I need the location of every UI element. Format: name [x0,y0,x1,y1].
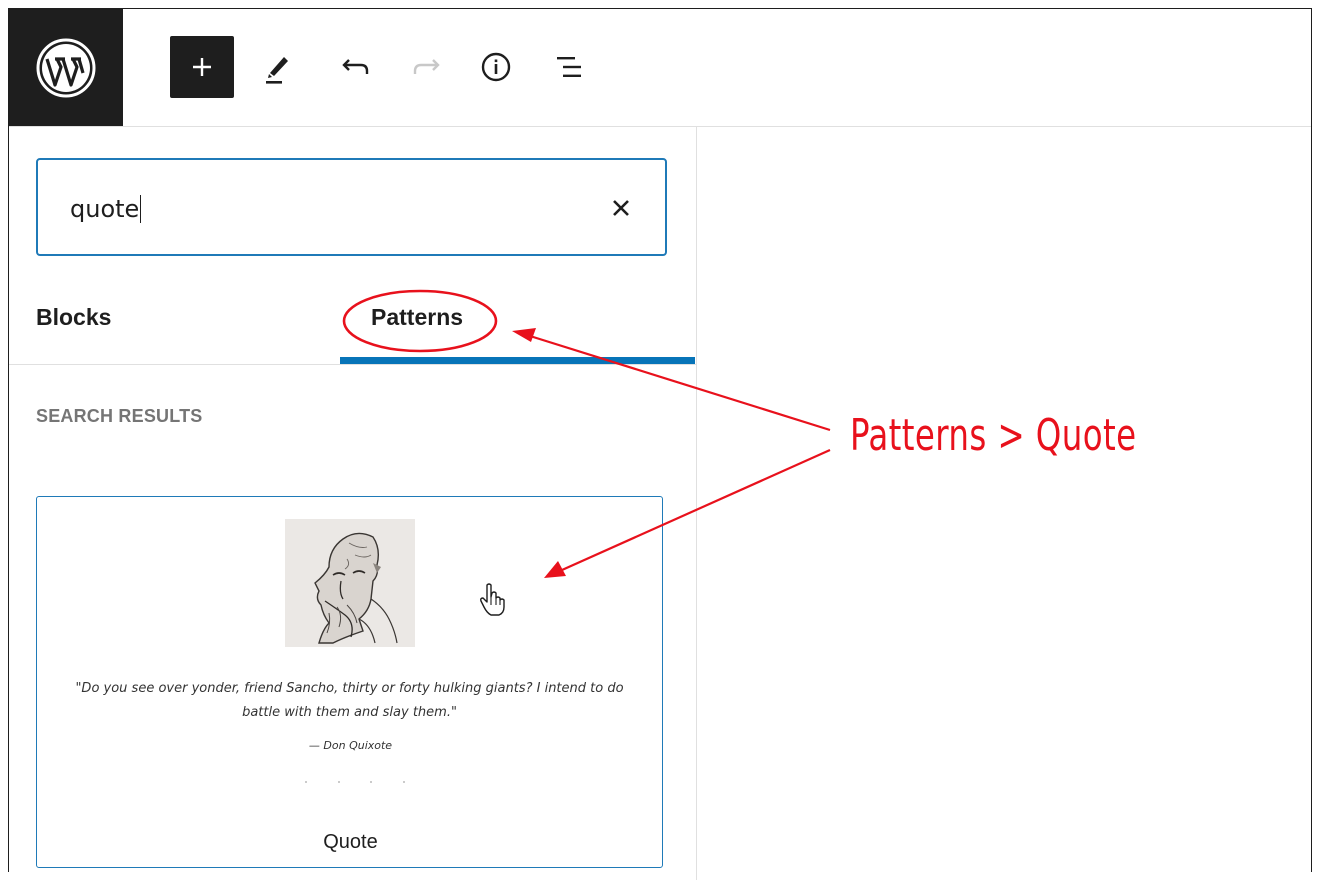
search-results-heading: SEARCH RESULTS [36,406,203,426]
pattern-quote-citation: — Don Quixote [308,739,393,752]
block-search-input[interactable]: quote [36,158,667,256]
tools-button[interactable] [256,36,300,98]
info-icon [481,52,511,82]
annotation-label: Patterns > Quote [850,410,1137,461]
pattern-title: Quote [323,831,378,853]
toolbar-divider [9,126,123,127]
redo-button[interactable] [404,36,448,98]
tab-blocks[interactable]: Blocks [36,304,111,331]
pattern-quote-card[interactable]: "Do you see over yonder, friend Sancho, … [36,496,663,868]
wordpress-logo-icon[interactable] [9,9,123,126]
hand-pointer-cursor-icon [479,583,507,622]
close-icon [613,200,629,216]
list-view-button[interactable] [548,36,592,98]
toolbar-divider [123,126,1311,127]
text-caret [140,195,142,223]
portrait-image [285,519,415,647]
tabs-divider [9,364,696,365]
separator-dots [305,781,405,785]
pencil-icon [266,57,288,84]
active-tab-indicator [340,357,695,364]
pattern-quote-text: "Do you see over yonder, friend Sancho, … [75,681,624,720]
inserter-toggle-button[interactable] [170,36,234,98]
redo-icon [413,59,440,74]
clear-search-button[interactable] [607,194,635,222]
inserter-panel-divider [696,127,697,880]
details-button[interactable] [474,36,518,98]
search-input-value[interactable]: quote [70,195,142,223]
tab-patterns[interactable]: Patterns [371,304,463,331]
plus-icon [193,58,211,76]
undo-button[interactable] [334,36,378,98]
list-view-icon [557,57,581,77]
undo-icon [342,59,369,74]
